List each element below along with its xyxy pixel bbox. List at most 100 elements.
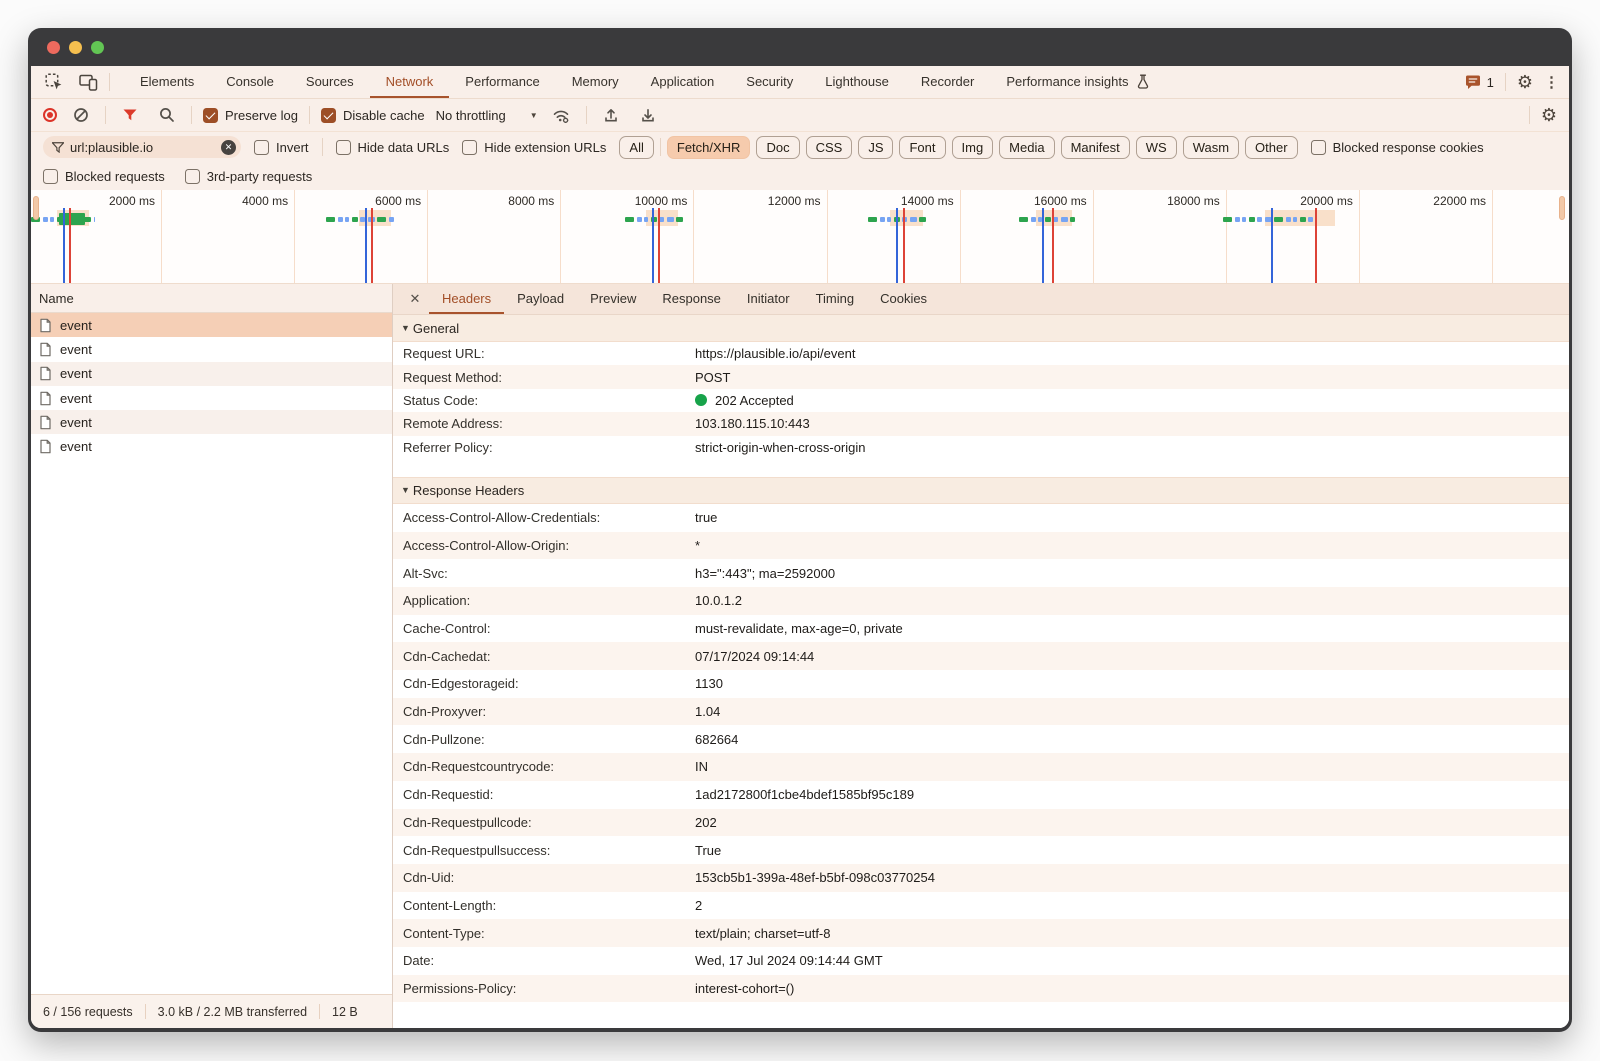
checkbox-icon[interactable] — [185, 169, 200, 184]
network-main: Name eventeventeventeventeventevent 6 / … — [31, 284, 1569, 1028]
header-name: Cdn-Cachedat: — [403, 649, 695, 664]
filter-type-font[interactable]: Font — [899, 136, 945, 159]
filter-type-media[interactable]: Media — [999, 136, 1054, 159]
request-row-event[interactable]: event — [31, 386, 392, 410]
checkbox-icon[interactable] — [462, 140, 477, 155]
window-titlebar[interactable] — [28, 28, 1572, 66]
filter-type-all[interactable]: All — [619, 136, 653, 159]
request-row-event[interactable]: event — [31, 434, 392, 458]
device-toolbar-icon[interactable] — [75, 69, 101, 95]
checkbox-icon[interactable] — [336, 140, 351, 155]
checkbox-icon[interactable] — [1311, 140, 1326, 155]
close-details-icon[interactable]: ✕ — [401, 291, 429, 307]
file-icon — [39, 342, 52, 357]
checkbox-icon[interactable] — [43, 169, 58, 184]
tab-sources[interactable]: Sources — [290, 66, 370, 98]
checkbox-checked-icon[interactable] — [321, 108, 336, 123]
network-overview-timeline[interactable]: 2000 ms4000 ms6000 ms8000 ms10000 ms1200… — [31, 190, 1569, 284]
zoom-window-button[interactable] — [91, 41, 104, 54]
third-party-requests-checkbox[interactable]: 3rd-party requests — [185, 169, 313, 184]
request-name: event — [60, 391, 92, 406]
details-tab-timing[interactable]: Timing — [803, 284, 868, 314]
header-row: Request URL:https://plausible.io/api/eve… — [393, 342, 1569, 365]
tab-memory[interactable]: Memory — [556, 66, 635, 98]
header-row: Application:10.0.1.2 — [393, 587, 1569, 615]
preserve-log-checkbox[interactable]: Preserve log — [203, 108, 298, 123]
tab-performance-insights[interactable]: Performance insights — [990, 66, 1167, 98]
details-tab-payload[interactable]: Payload — [504, 284, 577, 314]
response-headers-section-header[interactable]: ▼ Response Headers — [393, 477, 1569, 504]
header-name: Cdn-Requestid: — [403, 787, 695, 802]
request-row-event[interactable]: event — [31, 410, 392, 434]
request-row-event[interactable]: event — [31, 337, 392, 361]
header-name: Application: — [403, 593, 695, 608]
timeline-gridline — [427, 190, 428, 283]
timeline-right-handle[interactable] — [1559, 196, 1565, 220]
network-conditions-icon[interactable] — [549, 102, 575, 128]
inspect-element-icon[interactable] — [41, 69, 67, 95]
filter-type-doc[interactable]: Doc — [756, 136, 799, 159]
filter-type-fetch-xhr[interactable]: Fetch/XHR — [667, 136, 751, 159]
filter-input-pill[interactable]: ✕ — [43, 136, 241, 158]
invert-checkbox[interactable]: Invert — [254, 140, 309, 155]
header-value: * — [695, 538, 700, 553]
devtools-settings-icon[interactable]: ⚙ — [1517, 73, 1533, 91]
blocked-requests-checkbox[interactable]: Blocked requests — [43, 169, 165, 184]
search-icon[interactable] — [154, 102, 180, 128]
checkbox-icon[interactable] — [254, 140, 269, 155]
filter-type-other[interactable]: Other — [1245, 136, 1298, 159]
header-row: Access-Control-Allow-Origin:* — [393, 532, 1569, 560]
filter-type-css[interactable]: CSS — [806, 136, 853, 159]
details-tab-preview[interactable]: Preview — [577, 284, 649, 314]
throttling-select[interactable]: No throttling ▼ — [436, 108, 538, 123]
checkbox-checked-icon[interactable] — [203, 108, 218, 123]
header-name: Cdn-Proxyver: — [403, 704, 695, 719]
filter-type-js[interactable]: JS — [858, 136, 893, 159]
issues-counter[interactable]: 1 — [1465, 74, 1494, 90]
filter-type-manifest[interactable]: Manifest — [1061, 136, 1130, 159]
minimize-window-button[interactable] — [69, 41, 82, 54]
filter-type-ws[interactable]: WS — [1136, 136, 1177, 159]
clear-filter-icon[interactable]: ✕ — [221, 140, 236, 155]
clear-network-log-icon[interactable] — [68, 102, 94, 128]
tab-network[interactable]: Network — [370, 66, 450, 98]
tab-application[interactable]: Application — [635, 66, 731, 98]
tab-recorder[interactable]: Recorder — [905, 66, 990, 98]
record-network-log-button[interactable] — [43, 108, 57, 122]
section-gap — [393, 459, 1569, 477]
issues-count-label: 1 — [1487, 75, 1494, 90]
tab-console[interactable]: Console — [210, 66, 290, 98]
request-row-event[interactable]: event — [31, 313, 392, 337]
blocked-response-cookies-checkbox[interactable]: Blocked response cookies — [1311, 140, 1484, 155]
timeline-tick-label: 22000 ms — [1404, 194, 1486, 208]
tab-lighthouse[interactable]: Lighthouse — [809, 66, 905, 98]
tab-elements[interactable]: Elements — [124, 66, 210, 98]
timeline-request-bar — [637, 217, 642, 222]
timeline-request-bar — [880, 217, 885, 222]
customize-devtools-icon[interactable]: ⋮ — [1544, 75, 1559, 90]
network-settings-icon[interactable]: ⚙ — [1541, 106, 1557, 124]
request-row-event[interactable]: event — [31, 362, 392, 386]
filter-type-wasm[interactable]: Wasm — [1183, 136, 1239, 159]
general-section-header[interactable]: ▼ General — [393, 315, 1569, 342]
close-window-button[interactable] — [47, 41, 60, 54]
import-har-icon[interactable] — [598, 102, 624, 128]
hide-data-urls-checkbox[interactable]: Hide data URLs — [336, 140, 450, 155]
timeline-left-handle[interactable] — [33, 196, 39, 220]
timeline-tick-label: 20000 ms — [1271, 194, 1353, 208]
disable-cache-checkbox[interactable]: Disable cache — [321, 108, 425, 123]
timeline-request-bar — [1242, 217, 1246, 222]
details-tab-initiator[interactable]: Initiator — [734, 284, 803, 314]
tab-performance[interactable]: Performance — [449, 66, 555, 98]
filter-input[interactable] — [70, 140, 215, 155]
details-tab-cookies[interactable]: Cookies — [867, 284, 940, 314]
timeline-request-bar — [1300, 217, 1306, 222]
filter-icon[interactable] — [117, 102, 143, 128]
filter-type-img[interactable]: Img — [952, 136, 994, 159]
details-tab-headers[interactable]: Headers — [429, 284, 504, 314]
details-tab-response[interactable]: Response — [649, 284, 734, 314]
export-har-icon[interactable] — [635, 102, 661, 128]
tab-security[interactable]: Security — [730, 66, 809, 98]
name-column-header[interactable]: Name — [31, 284, 392, 313]
hide-extension-urls-checkbox[interactable]: Hide extension URLs — [462, 140, 606, 155]
